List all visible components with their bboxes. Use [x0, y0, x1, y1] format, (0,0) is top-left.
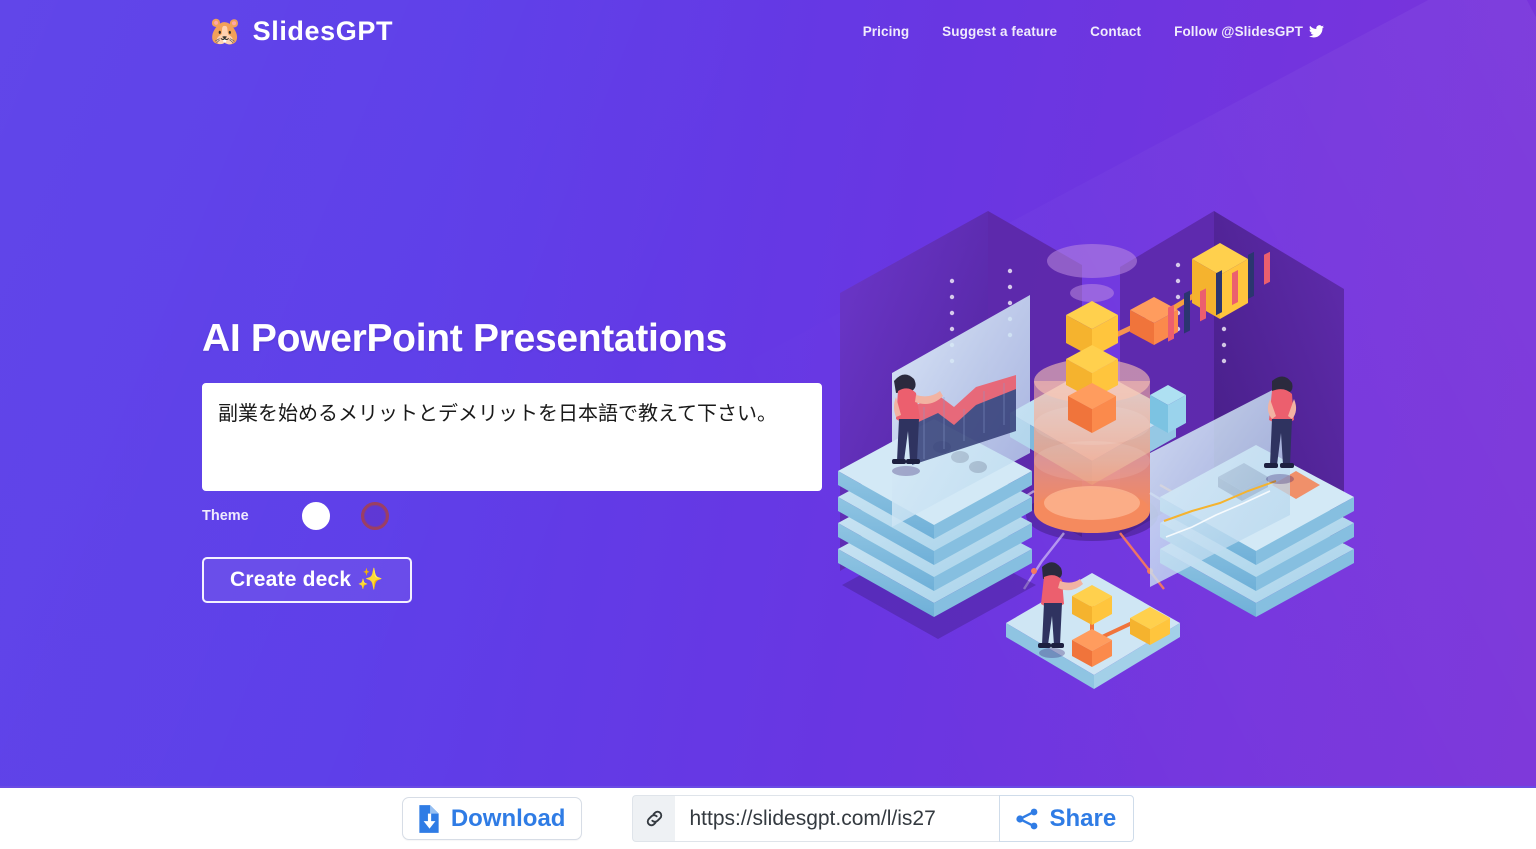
floating-disc-small	[1070, 284, 1114, 302]
nav-link-pricing[interactable]: Pricing	[863, 24, 909, 39]
hero-section: 🐹 SlidesGPT Pricing Suggest a feature Co…	[0, 0, 1536, 786]
nav-link-label: Contact	[1090, 24, 1142, 39]
bottom-action-bar: Download Share	[0, 786, 1536, 849]
share-button-label: Share	[1049, 804, 1117, 832]
theme-label: Theme	[202, 507, 249, 524]
share-button[interactable]: Share	[999, 795, 1135, 842]
nav-link-contact[interactable]: Contact	[1090, 24, 1141, 39]
theme-swatch-light[interactable]	[302, 501, 330, 530]
cyan-block	[1150, 385, 1186, 433]
file-download-icon	[419, 804, 439, 833]
nav-link-label: Suggest a feature	[942, 24, 1058, 39]
site-header: 🐹 SlidesGPT Pricing Suggest a feature Co…	[0, 0, 1536, 70]
download-button-label: Download	[450, 804, 566, 832]
hamster-face-icon: 🐹	[208, 16, 242, 46]
theme-swatch-dark[interactable]	[361, 501, 389, 530]
isometric-analytics-illustration	[820, 185, 1360, 705]
main-nav: Pricing Suggest a feature Contact Follow…	[863, 24, 1324, 39]
link-chain-icon	[632, 795, 676, 842]
nav-link-suggest-a-feature[interactable]: Suggest a feature	[942, 24, 1057, 39]
brand-logo[interactable]: 🐹 SlidesGPT	[208, 16, 393, 47]
hero-copy: AI PowerPoint Presentations Theme Create…	[202, 317, 842, 603]
brand-name: SlidesGPT	[252, 16, 394, 46]
twitter-bird-icon	[1309, 25, 1324, 38]
page-title: AI PowerPoint Presentations	[202, 317, 728, 360]
floating-disc-large	[1047, 244, 1137, 278]
share-nodes-icon	[1016, 808, 1038, 829]
nav-link-follow-slidesgpt[interactable]: Follow @SlidesGPT	[1174, 24, 1324, 39]
share-link-group: Share	[632, 795, 1135, 842]
share-url-input[interactable]	[675, 795, 1000, 842]
download-button[interactable]: Download	[401, 797, 583, 840]
prompt-input[interactable]	[202, 382, 822, 491]
illustration-svg	[838, 211, 1354, 689]
create-deck-button[interactable]: Create deck ✨	[202, 556, 412, 603]
theme-selector: Theme	[202, 501, 842, 530]
nav-link-label: Pricing	[862, 24, 910, 39]
nav-link-label: Follow @SlidesGPT	[1174, 24, 1303, 39]
